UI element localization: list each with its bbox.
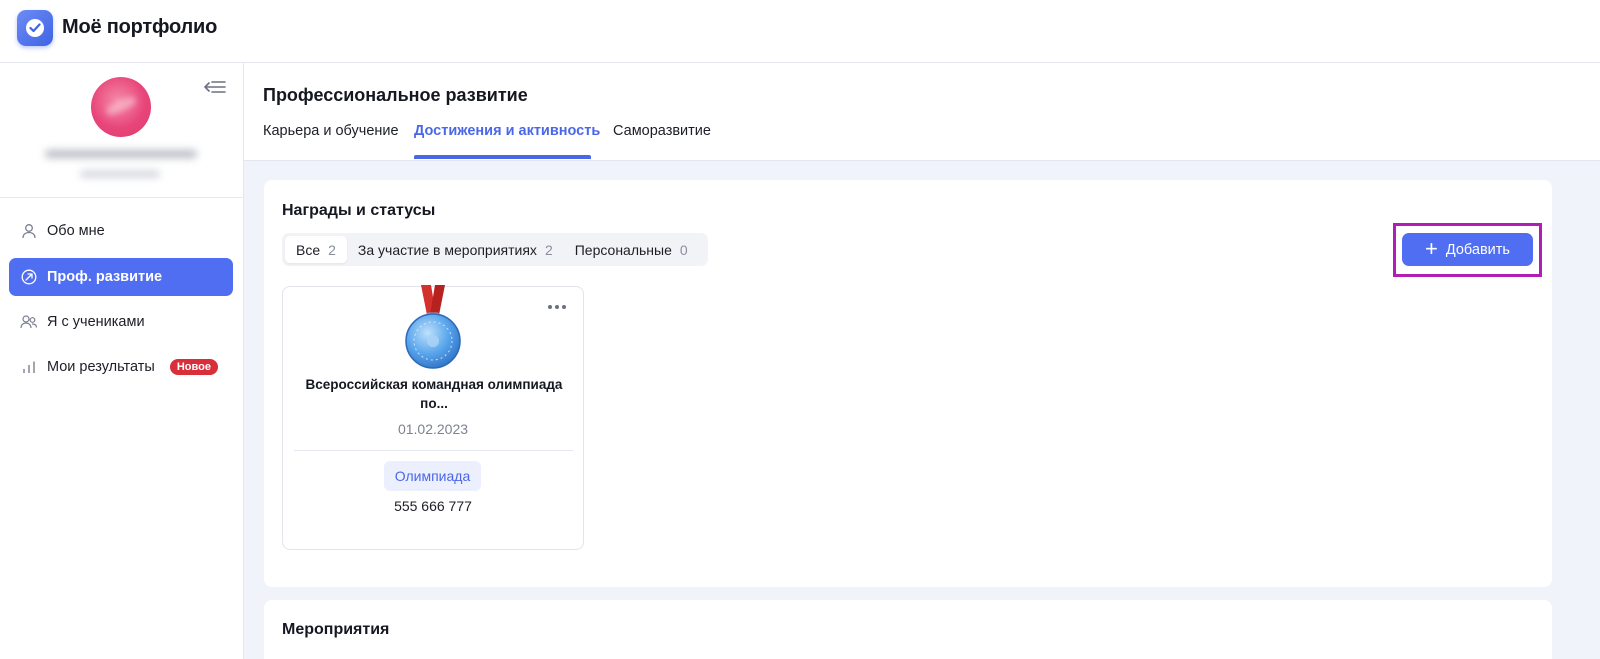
award-category-tag: Олимпиада bbox=[384, 461, 481, 491]
filter-label: Персональные bbox=[574, 241, 672, 258]
filter-count: 0 bbox=[679, 241, 688, 258]
filter-all[interactable]: Все 2 bbox=[285, 236, 347, 263]
filter-personal[interactable]: Персональные 0 bbox=[564, 236, 699, 263]
filter-participation[interactable]: За участие в мероприятиях 2 bbox=[347, 236, 564, 263]
events-panel: Мероприятия bbox=[264, 600, 1552, 659]
filter-count: 2 bbox=[544, 241, 553, 258]
app-logo-icon[interactable] bbox=[17, 10, 53, 46]
sidebar: Обо мне Проф. развитие Я с учениками Мои… bbox=[0, 63, 244, 659]
tab-self-development[interactable]: Саморазвитие bbox=[613, 123, 711, 139]
awards-panel: Награды и статусы Все 2 За участие в мер… bbox=[264, 180, 1552, 587]
active-tab-indicator bbox=[414, 155, 591, 159]
bar-chart-icon bbox=[20, 358, 38, 376]
plus-icon: + bbox=[1425, 235, 1438, 261]
app-title[interactable]: Моё портфолио bbox=[62, 16, 217, 39]
filter-label: За участие в мероприятиях bbox=[357, 241, 537, 258]
events-title: Мероприятия bbox=[282, 621, 390, 638]
user-role-blurred bbox=[80, 171, 160, 177]
filter-count: 2 bbox=[328, 241, 336, 258]
sidebar-item-label: Обо мне bbox=[47, 223, 105, 239]
more-options-icon[interactable] bbox=[548, 302, 570, 312]
sidebar-item-label: Я с учениками bbox=[47, 314, 145, 330]
users-icon bbox=[20, 313, 38, 331]
award-card[interactable]: Всероссийская командная олимпиада по... … bbox=[282, 285, 584, 550]
top-bar: Моё портфолио bbox=[0, 0, 1600, 63]
filter-label: Все bbox=[296, 241, 321, 258]
add-award-button[interactable]: + Добавить bbox=[1402, 233, 1533, 266]
sidebar-item-results[interactable]: Мои результаты Новое bbox=[9, 348, 233, 386]
sidebar-item-label: Проф. развитие bbox=[47, 269, 163, 285]
avatar[interactable] bbox=[91, 77, 151, 137]
tab-career[interactable]: Карьера и обучение bbox=[263, 123, 399, 139]
award-date: 01.02.2023 bbox=[397, 421, 469, 437]
medal-icon bbox=[405, 285, 461, 371]
awards-filter: Все 2 За участие в мероприятиях 2 Персон… bbox=[282, 233, 708, 266]
page-title: Профессиональное развитие bbox=[263, 85, 528, 105]
sidebar-item-label: Мои результаты bbox=[47, 359, 155, 375]
user-name-blurred bbox=[45, 150, 197, 158]
award-number: 555 666 777 bbox=[394, 498, 472, 514]
growth-arrow-icon bbox=[20, 268, 38, 286]
card-divider bbox=[294, 450, 573, 451]
awards-title: Награды и статусы bbox=[282, 202, 436, 219]
user-icon bbox=[20, 222, 38, 240]
sidebar-item-students[interactable]: Я с учениками bbox=[9, 303, 233, 341]
new-badge: Новое bbox=[169, 359, 218, 375]
sidebar-item-prof-development[interactable]: Проф. развитие bbox=[9, 258, 233, 296]
tab-achievements[interactable]: Достижения и активность bbox=[414, 123, 600, 139]
collapse-sidebar-icon[interactable] bbox=[203, 80, 227, 98]
award-name: Всероссийская командная олимпиада по... bbox=[305, 377, 563, 411]
add-button-label: Добавить bbox=[1445, 241, 1510, 258]
add-button-highlight: + Добавить bbox=[1393, 223, 1542, 277]
page-header: Профессиональное развитие Карьера и обуч… bbox=[244, 63, 1600, 161]
sidebar-divider bbox=[0, 197, 243, 198]
sidebar-item-about[interactable]: Обо мне bbox=[9, 212, 233, 250]
